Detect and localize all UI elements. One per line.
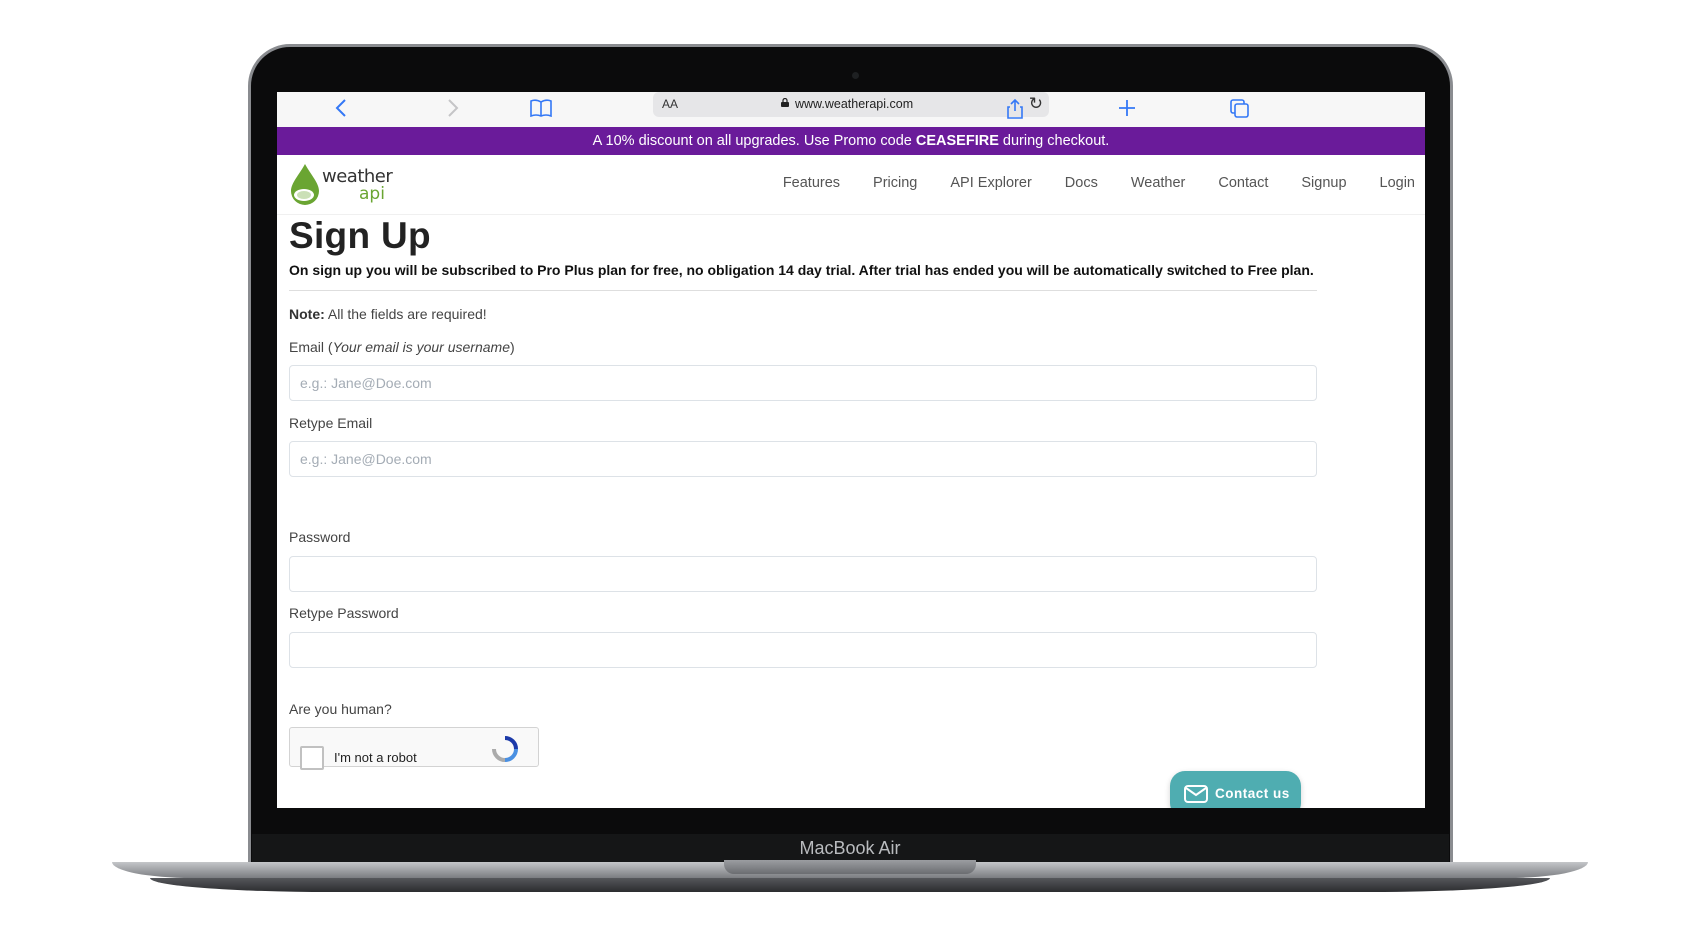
email-label-text: Email ( [289, 339, 333, 355]
logo-word-api: api [359, 184, 385, 204]
address-bar[interactable]: AA www.weatherapi.com ↻ [653, 92, 1049, 117]
required-note: Note: All the fields are required! [289, 306, 487, 322]
email-field[interactable] [289, 365, 1317, 401]
nav-login[interactable]: Login [1380, 175, 1415, 191]
lock-icon [781, 98, 789, 107]
forward-icon[interactable] [441, 99, 465, 119]
share-icon[interactable] [1003, 98, 1027, 119]
contact-us-button[interactable]: Contact us [1170, 771, 1301, 808]
page-title: Sign Up [289, 215, 431, 256]
email-label-close: ) [509, 339, 515, 355]
reload-icon[interactable]: ↻ [1029, 94, 1043, 114]
url-text: www.weatherapi.com [795, 97, 914, 111]
retype-password-label: Retype Password [289, 605, 399, 621]
weatherapi-logo[interactable]: weather api [289, 161, 393, 209]
screen: AA www.weatherapi.com ↻ A 10% discount o… [277, 92, 1425, 808]
nav-api-explorer[interactable]: API Explorer [950, 175, 1031, 191]
contact-us-label: Contact us [1215, 786, 1290, 801]
note-text: All the fields are required! [324, 306, 487, 322]
password-field[interactable] [289, 556, 1317, 592]
reader-view-button[interactable]: AA [662, 97, 678, 111]
nav-features[interactable]: Features [783, 175, 840, 191]
promo-banner: A 10% discount on all upgrades. Use Prom… [277, 127, 1425, 155]
nav-signup[interactable]: Signup [1301, 175, 1346, 191]
bookmarks-icon[interactable] [529, 99, 553, 119]
trial-notice: On sign up you will be subscribed to Pro… [289, 262, 1314, 278]
promo-code: CEASEFIRE [915, 133, 999, 149]
retype-password-field[interactable] [289, 632, 1317, 668]
site-header: weather api Features Pricing API Explore… [277, 155, 1425, 215]
envelope-icon [1184, 785, 1208, 803]
nav-pricing[interactable]: Pricing [873, 175, 917, 191]
recaptcha-checkbox[interactable] [300, 746, 324, 770]
back-icon[interactable] [329, 99, 353, 119]
password-label: Password [289, 529, 351, 545]
nav-contact[interactable]: Contact [1218, 175, 1268, 191]
email-hint: Your email is your username [332, 339, 510, 355]
promo-text-after: during checkout. [998, 133, 1110, 149]
retype-email-field[interactable] [289, 441, 1317, 477]
browser-toolbar: AA www.weatherapi.com ↻ [277, 92, 1425, 127]
recaptcha-text: I'm not a robot [334, 750, 417, 765]
nav-weather[interactable]: Weather [1131, 175, 1186, 191]
laptop-base-bottom [150, 878, 1550, 892]
promo-text-before: A 10% discount on all upgrades. Use Prom… [592, 133, 916, 149]
raindrop-logo-icon [291, 164, 319, 205]
recaptcha-widget: I'm not a robot [289, 727, 539, 770]
main-nav: Features Pricing API Explorer Docs Weath… [750, 175, 1415, 191]
divider [289, 290, 1317, 291]
captcha-label: Are you human? [289, 701, 392, 717]
device-label: MacBook Air [799, 838, 901, 858]
email-label: Email (Your email is your username) [289, 339, 515, 355]
tabs-overview-icon[interactable] [1228, 99, 1252, 119]
retype-email-label: Retype Email [289, 415, 373, 431]
note-label: Note: [289, 306, 325, 322]
recaptcha-logo-icon [492, 736, 518, 762]
new-tab-icon[interactable] [1115, 99, 1139, 119]
camera [852, 72, 859, 79]
nav-docs[interactable]: Docs [1065, 175, 1098, 191]
laptop-notch [724, 860, 976, 874]
